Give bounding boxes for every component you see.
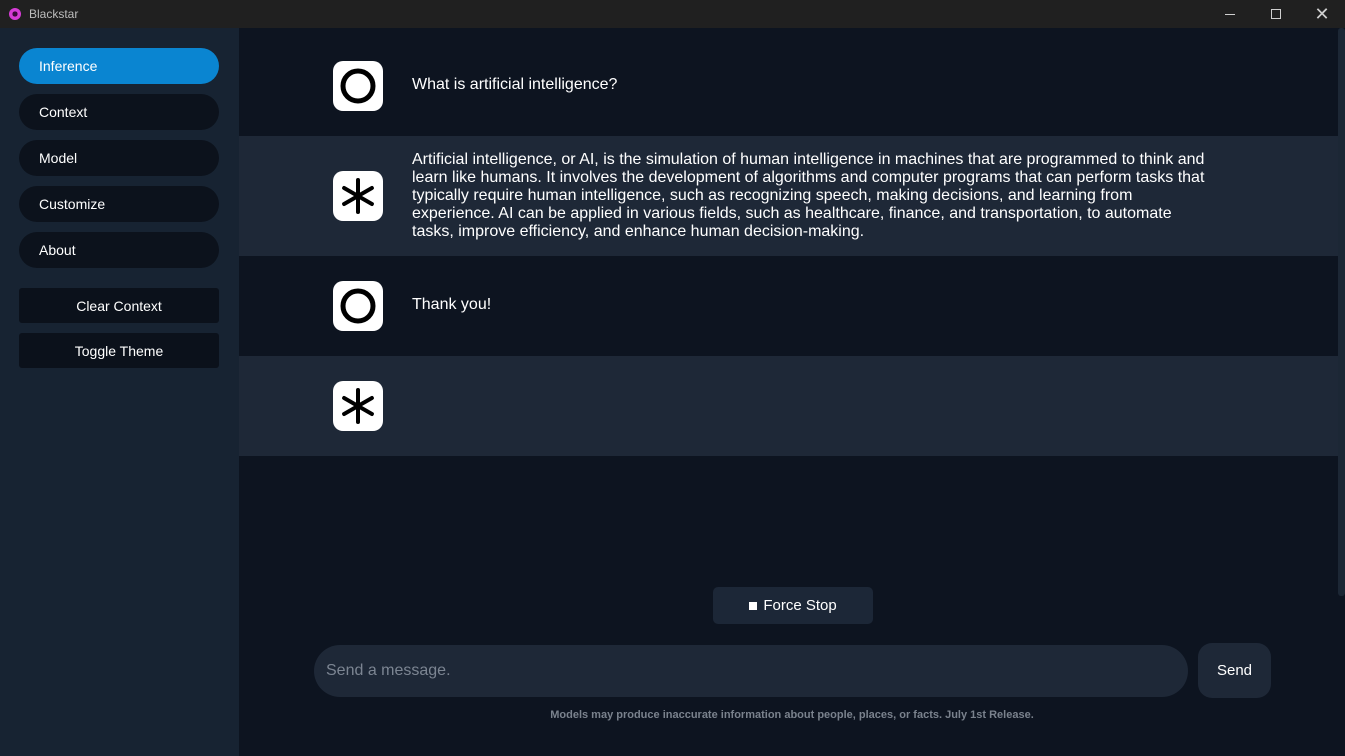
nav-context[interactable]: Context xyxy=(19,94,219,130)
send-button[interactable]: Send xyxy=(1198,643,1271,698)
circle-icon xyxy=(340,288,376,324)
nav-inference[interactable]: Inference xyxy=(19,48,219,84)
close-button[interactable]: ✕ xyxy=(1299,0,1345,28)
asterisk-icon xyxy=(342,178,374,214)
assistant-avatar xyxy=(333,381,383,431)
chat-area: What is artificial intelligence? Artific… xyxy=(239,28,1345,756)
window-controls: ✕ xyxy=(1207,0,1345,28)
asterisk-icon xyxy=(342,388,374,424)
close-icon: ✕ xyxy=(1314,4,1330,24)
scrollbar[interactable] xyxy=(1338,28,1345,596)
message-row-assistant: Artificial intelligence, or AI, is the s… xyxy=(239,136,1338,256)
nav-customize[interactable]: Customize xyxy=(19,186,219,222)
toggle-theme-button[interactable]: Toggle Theme xyxy=(19,333,219,368)
nav-about[interactable]: About xyxy=(19,232,219,268)
app-logo-icon xyxy=(9,8,21,20)
maximize-icon xyxy=(1271,9,1281,19)
force-stop-button[interactable]: Force Stop xyxy=(713,587,873,624)
nav-label: About xyxy=(39,242,76,258)
message-input[interactable] xyxy=(314,645,1188,697)
user-avatar xyxy=(333,61,383,111)
sidebar: Inference Context Model Customize About … xyxy=(0,28,239,756)
message-row-user: What is artificial intelligence? xyxy=(239,28,1338,136)
maximize-button[interactable] xyxy=(1253,0,1299,28)
nav-label: Customize xyxy=(39,196,106,212)
nav-label: Model xyxy=(39,150,78,166)
force-stop-label: Force Stop xyxy=(763,597,837,614)
nav-label: Context xyxy=(39,104,88,120)
window-title: Blackstar xyxy=(29,7,79,21)
message-text: Artificial intelligence, or AI, is the s… xyxy=(412,151,1205,240)
circle-icon xyxy=(340,68,376,104)
title-bar: Blackstar ✕ xyxy=(0,0,1345,28)
minimize-button[interactable] xyxy=(1207,0,1253,28)
message-text: Thank you! xyxy=(412,296,492,313)
nav-label: Inference xyxy=(39,58,98,74)
message-text: What is artificial intelligence? xyxy=(412,76,618,93)
message-row-user: Thank you! xyxy=(239,256,1338,356)
clear-context-button[interactable]: Clear Context xyxy=(19,288,219,323)
stop-icon xyxy=(749,601,758,610)
minimize-icon xyxy=(1225,13,1235,15)
assistant-avatar xyxy=(333,171,383,221)
nav-model[interactable]: Model xyxy=(19,140,219,176)
message-row-assistant xyxy=(239,356,1338,456)
user-avatar xyxy=(333,281,383,331)
disclaimer-text: Models may produce inaccurate informatio… xyxy=(550,709,1034,721)
